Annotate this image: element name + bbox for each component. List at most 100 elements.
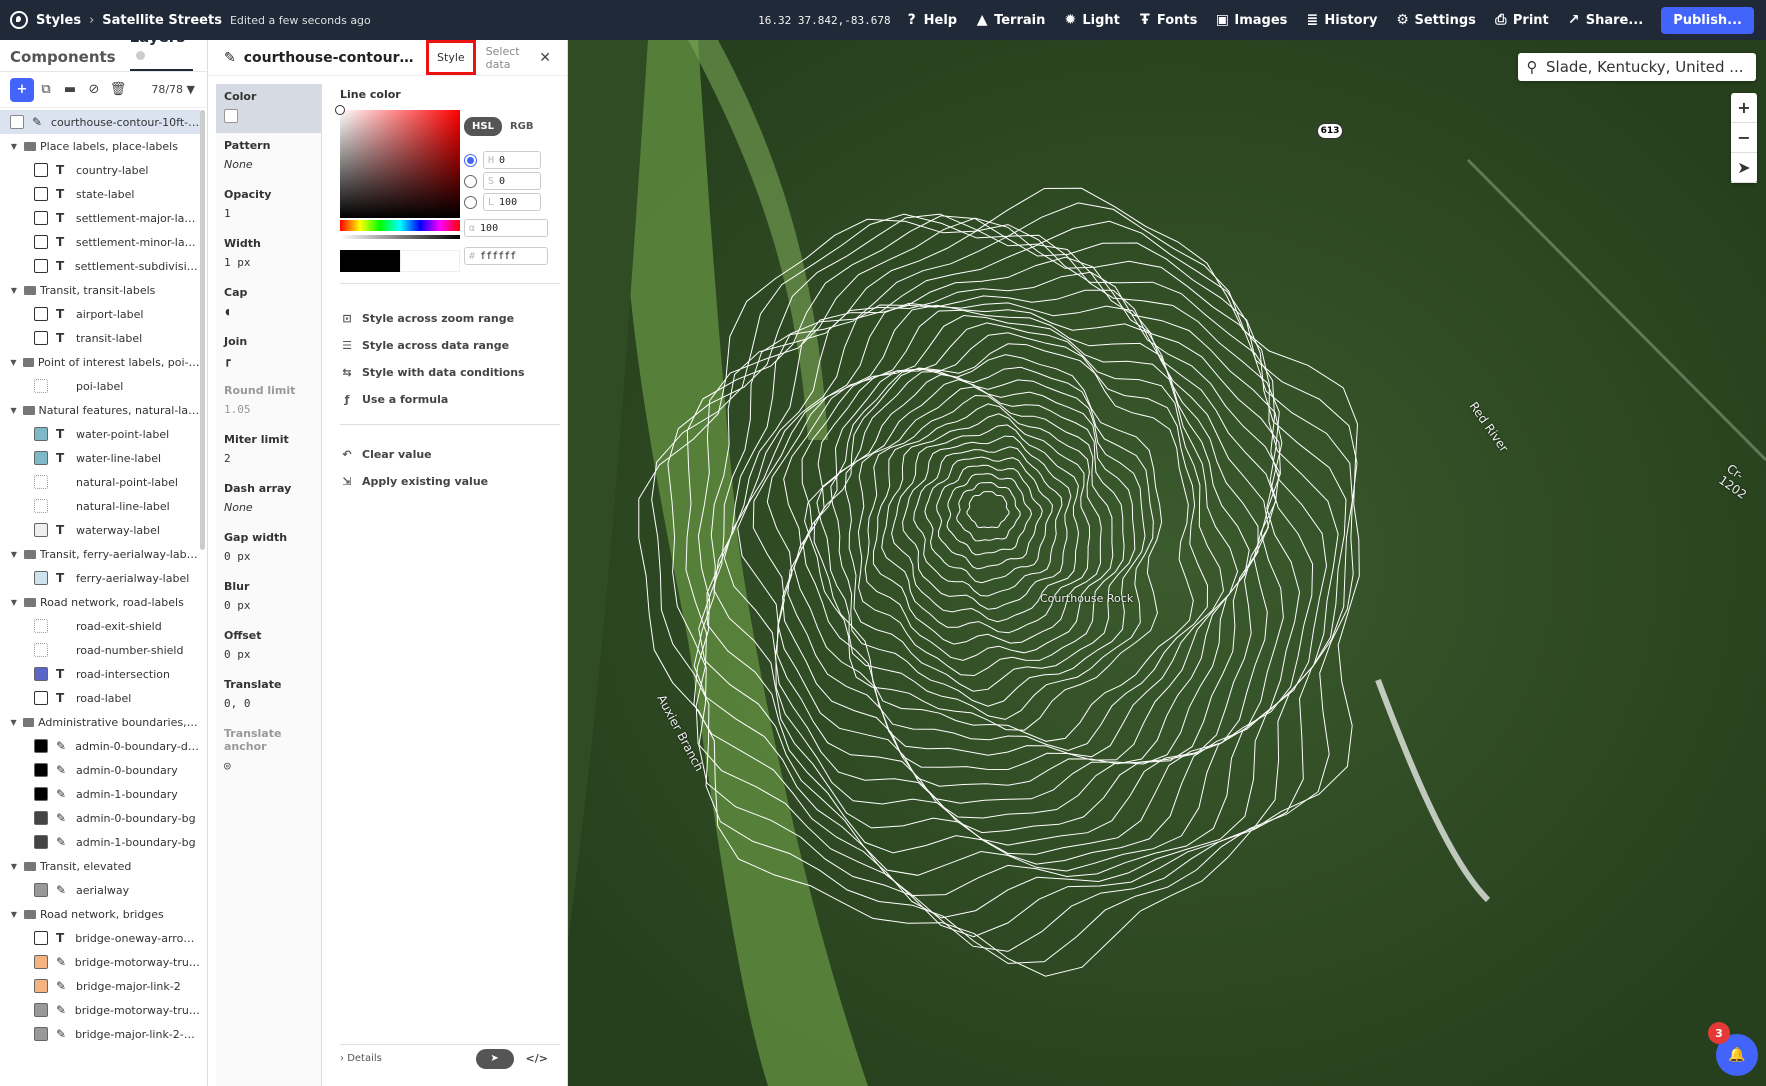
tab-style[interactable]: Style bbox=[426, 40, 476, 75]
details-toggle[interactable]: › Details bbox=[340, 1053, 382, 1064]
code-icon[interactable]: </> bbox=[526, 1052, 548, 1065]
h-radio[interactable] bbox=[464, 153, 477, 167]
route-shield[interactable]: 613 bbox=[1317, 123, 1343, 139]
layer-item[interactable]: Twater-point-label bbox=[0, 422, 200, 446]
chevron-down-icon[interactable]: ▼ bbox=[8, 862, 20, 871]
chevron-down-icon[interactable]: ▼ bbox=[8, 406, 19, 415]
style-across-data-button[interactable]: ☰ Style across data range bbox=[340, 335, 509, 355]
layer-group[interactable]: ▼ Road network, bridges bbox=[0, 902, 200, 926]
layer-group[interactable]: ▼ Transit, ferry-aerialway-labels bbox=[0, 542, 200, 566]
property-translate-anchor[interactable]: Translate anchor ◎ bbox=[216, 721, 321, 772]
style-with-conditions-button[interactable]: ⇆ Style with data conditions bbox=[340, 362, 524, 382]
layer-item[interactable]: ✎ admin-0-boundary bbox=[0, 758, 200, 782]
layer-group[interactable]: ▼ Transit, transit-labels bbox=[0, 278, 200, 302]
property-round-limit[interactable]: Round limit 1.05 bbox=[216, 378, 321, 427]
tab-layers[interactable]: Layers bbox=[129, 28, 193, 71]
layer-item[interactable]: Tferry-aerialway-label bbox=[0, 566, 200, 590]
layer-item[interactable]: natural-line-label bbox=[0, 494, 200, 518]
chevron-down-icon[interactable]: ▼ bbox=[8, 598, 20, 607]
layer-item[interactable]: Tsettlement-minor-label bbox=[0, 230, 200, 254]
duplicate-icon[interactable]: ⧉ bbox=[34, 78, 58, 102]
settings-button[interactable]: ⚙ Settings bbox=[1396, 12, 1476, 28]
zoom-in-button[interactable]: + bbox=[1731, 93, 1757, 123]
alpha-input[interactable]: α 100 bbox=[464, 219, 548, 237]
property-pattern[interactable]: Pattern None bbox=[216, 133, 321, 182]
layer-item[interactable]: Tbridge-oneway-arrow-... bbox=[0, 926, 200, 950]
print-button[interactable]: ⎙ Print bbox=[1494, 12, 1548, 28]
property-translate[interactable]: Translate 0, 0 bbox=[216, 672, 321, 721]
property-join[interactable]: Join ┏ bbox=[216, 329, 321, 378]
property-miter-limit[interactable]: Miter limit 2 bbox=[216, 427, 321, 476]
images-button[interactable]: ▣ Images bbox=[1215, 12, 1288, 28]
style-name[interactable]: Satellite Streets bbox=[102, 13, 222, 28]
use-formula-button[interactable]: ƒ Use a formula bbox=[340, 389, 449, 409]
layer-item[interactable]: Tstate-label bbox=[0, 182, 200, 206]
close-icon[interactable]: ✕ bbox=[539, 50, 551, 66]
tab-components[interactable]: Components bbox=[10, 48, 116, 71]
layer-item[interactable]: Tsettlement-subdivision... bbox=[0, 254, 200, 278]
chevron-down-icon[interactable]: ▼ bbox=[8, 286, 20, 295]
layer-item[interactable]: Troad-intersection bbox=[0, 662, 200, 686]
folder-icon[interactable]: ▬ bbox=[58, 78, 82, 102]
s-radio[interactable] bbox=[464, 174, 477, 188]
apply-existing-value-button[interactable]: ⇲ Apply existing value bbox=[340, 471, 488, 491]
layer-item[interactable]: Tsettlement-major-label bbox=[0, 206, 200, 230]
publish-button[interactable]: Publish... bbox=[1661, 6, 1754, 34]
anchor-icon[interactable]: ◎ bbox=[224, 759, 315, 772]
property-color[interactable]: Color bbox=[216, 84, 321, 133]
property-cap[interactable]: Cap ◖ bbox=[216, 280, 321, 329]
l-input[interactable]: L 100 bbox=[483, 193, 541, 211]
layer-item[interactable]: road-exit-shield bbox=[0, 614, 200, 638]
scrollbar[interactable] bbox=[200, 110, 205, 550]
hex-input[interactable]: # ffffff bbox=[464, 247, 548, 265]
layer-item[interactable]: ✎ bridge-motorway-trunk... bbox=[0, 950, 200, 974]
share-button[interactable]: ↗ Share... bbox=[1567, 12, 1643, 28]
chevron-down-icon[interactable]: ▼ bbox=[8, 910, 20, 919]
tab-select-data[interactable]: Select data bbox=[486, 45, 540, 71]
layer-group[interactable]: ▼ Administrative boundaries, ad... bbox=[0, 710, 200, 734]
hue-slider[interactable] bbox=[340, 220, 460, 231]
layer-item[interactable]: ✎ admin-0-boundary-dis... bbox=[0, 734, 200, 758]
layer-item[interactable]: Ttransit-label bbox=[0, 326, 200, 350]
terrain-button[interactable]: ▲ Terrain bbox=[975, 12, 1046, 28]
layer-item[interactable]: ✎ courthouse-contour-10ft-60... bbox=[0, 110, 200, 134]
join-icon[interactable]: ┏ bbox=[224, 354, 315, 367]
chevron-down-icon[interactable]: ▼ bbox=[8, 550, 20, 559]
rgb-mode-button[interactable]: RGB bbox=[502, 117, 542, 136]
layer-group[interactable]: ▼ Point of interest labels, poi-lab... bbox=[0, 350, 200, 374]
l-radio[interactable] bbox=[464, 195, 477, 209]
help-button[interactable]: ? Help bbox=[905, 12, 958, 28]
history-button[interactable]: ≣ History bbox=[1305, 12, 1378, 28]
mapbox-logo-icon[interactable] bbox=[10, 11, 28, 29]
layer-group[interactable]: ▼ Natural features, natural-labels bbox=[0, 398, 200, 422]
layer-item[interactable]: road-number-shield bbox=[0, 638, 200, 662]
h-input[interactable]: H0 bbox=[483, 151, 541, 169]
layer-item[interactable]: Tairport-label bbox=[0, 302, 200, 326]
fonts-button[interactable]: Ŧ Fonts bbox=[1138, 12, 1197, 28]
cap-icon[interactable]: ◖ bbox=[224, 305, 315, 318]
light-button[interactable]: ✹ Light bbox=[1063, 12, 1119, 28]
layer-item[interactable]: ✎ bridge-major-link-2-case bbox=[0, 1022, 200, 1046]
color-swatch[interactable] bbox=[224, 109, 238, 123]
layer-item[interactable]: ✎ admin-0-boundary-bg bbox=[0, 806, 200, 830]
style-across-zoom-button[interactable]: ⊡ Style across zoom range bbox=[340, 308, 514, 328]
map-label-courthouse-rock[interactable]: Courthouse Rock bbox=[1040, 592, 1133, 605]
layer-item[interactable]: ✎ admin-1-boundary bbox=[0, 782, 200, 806]
chevron-down-icon[interactable]: ▼ bbox=[8, 142, 20, 151]
hide-icon[interactable]: ⊘ bbox=[82, 78, 106, 102]
layer-group[interactable]: ▼ Transit, elevated bbox=[0, 854, 200, 878]
picker-knob[interactable] bbox=[335, 105, 345, 115]
app-name[interactable]: Styles bbox=[36, 13, 81, 28]
search-input[interactable]: ⚲ Slade, Kentucky, United ... bbox=[1518, 53, 1756, 81]
hsl-mode-button[interactable]: HSL bbox=[464, 117, 502, 136]
layer-item[interactable]: ✎ bridge-major-link-2 bbox=[0, 974, 200, 998]
pointer-icon[interactable]: ➤ bbox=[475, 1048, 514, 1069]
s-input[interactable]: S0 bbox=[483, 172, 541, 190]
trash-icon[interactable]: 🗑 bbox=[106, 78, 130, 102]
layer-item[interactable]: Troad-label bbox=[0, 686, 200, 710]
zoom-out-button[interactable]: − bbox=[1731, 123, 1757, 153]
layer-item[interactable]: ✎ admin-1-boundary-bg bbox=[0, 830, 200, 854]
property-gap-width[interactable]: Gap width 0 px bbox=[216, 525, 321, 574]
alpha-slider[interactable] bbox=[340, 235, 460, 239]
compass-button[interactable]: ➤ bbox=[1731, 153, 1757, 183]
